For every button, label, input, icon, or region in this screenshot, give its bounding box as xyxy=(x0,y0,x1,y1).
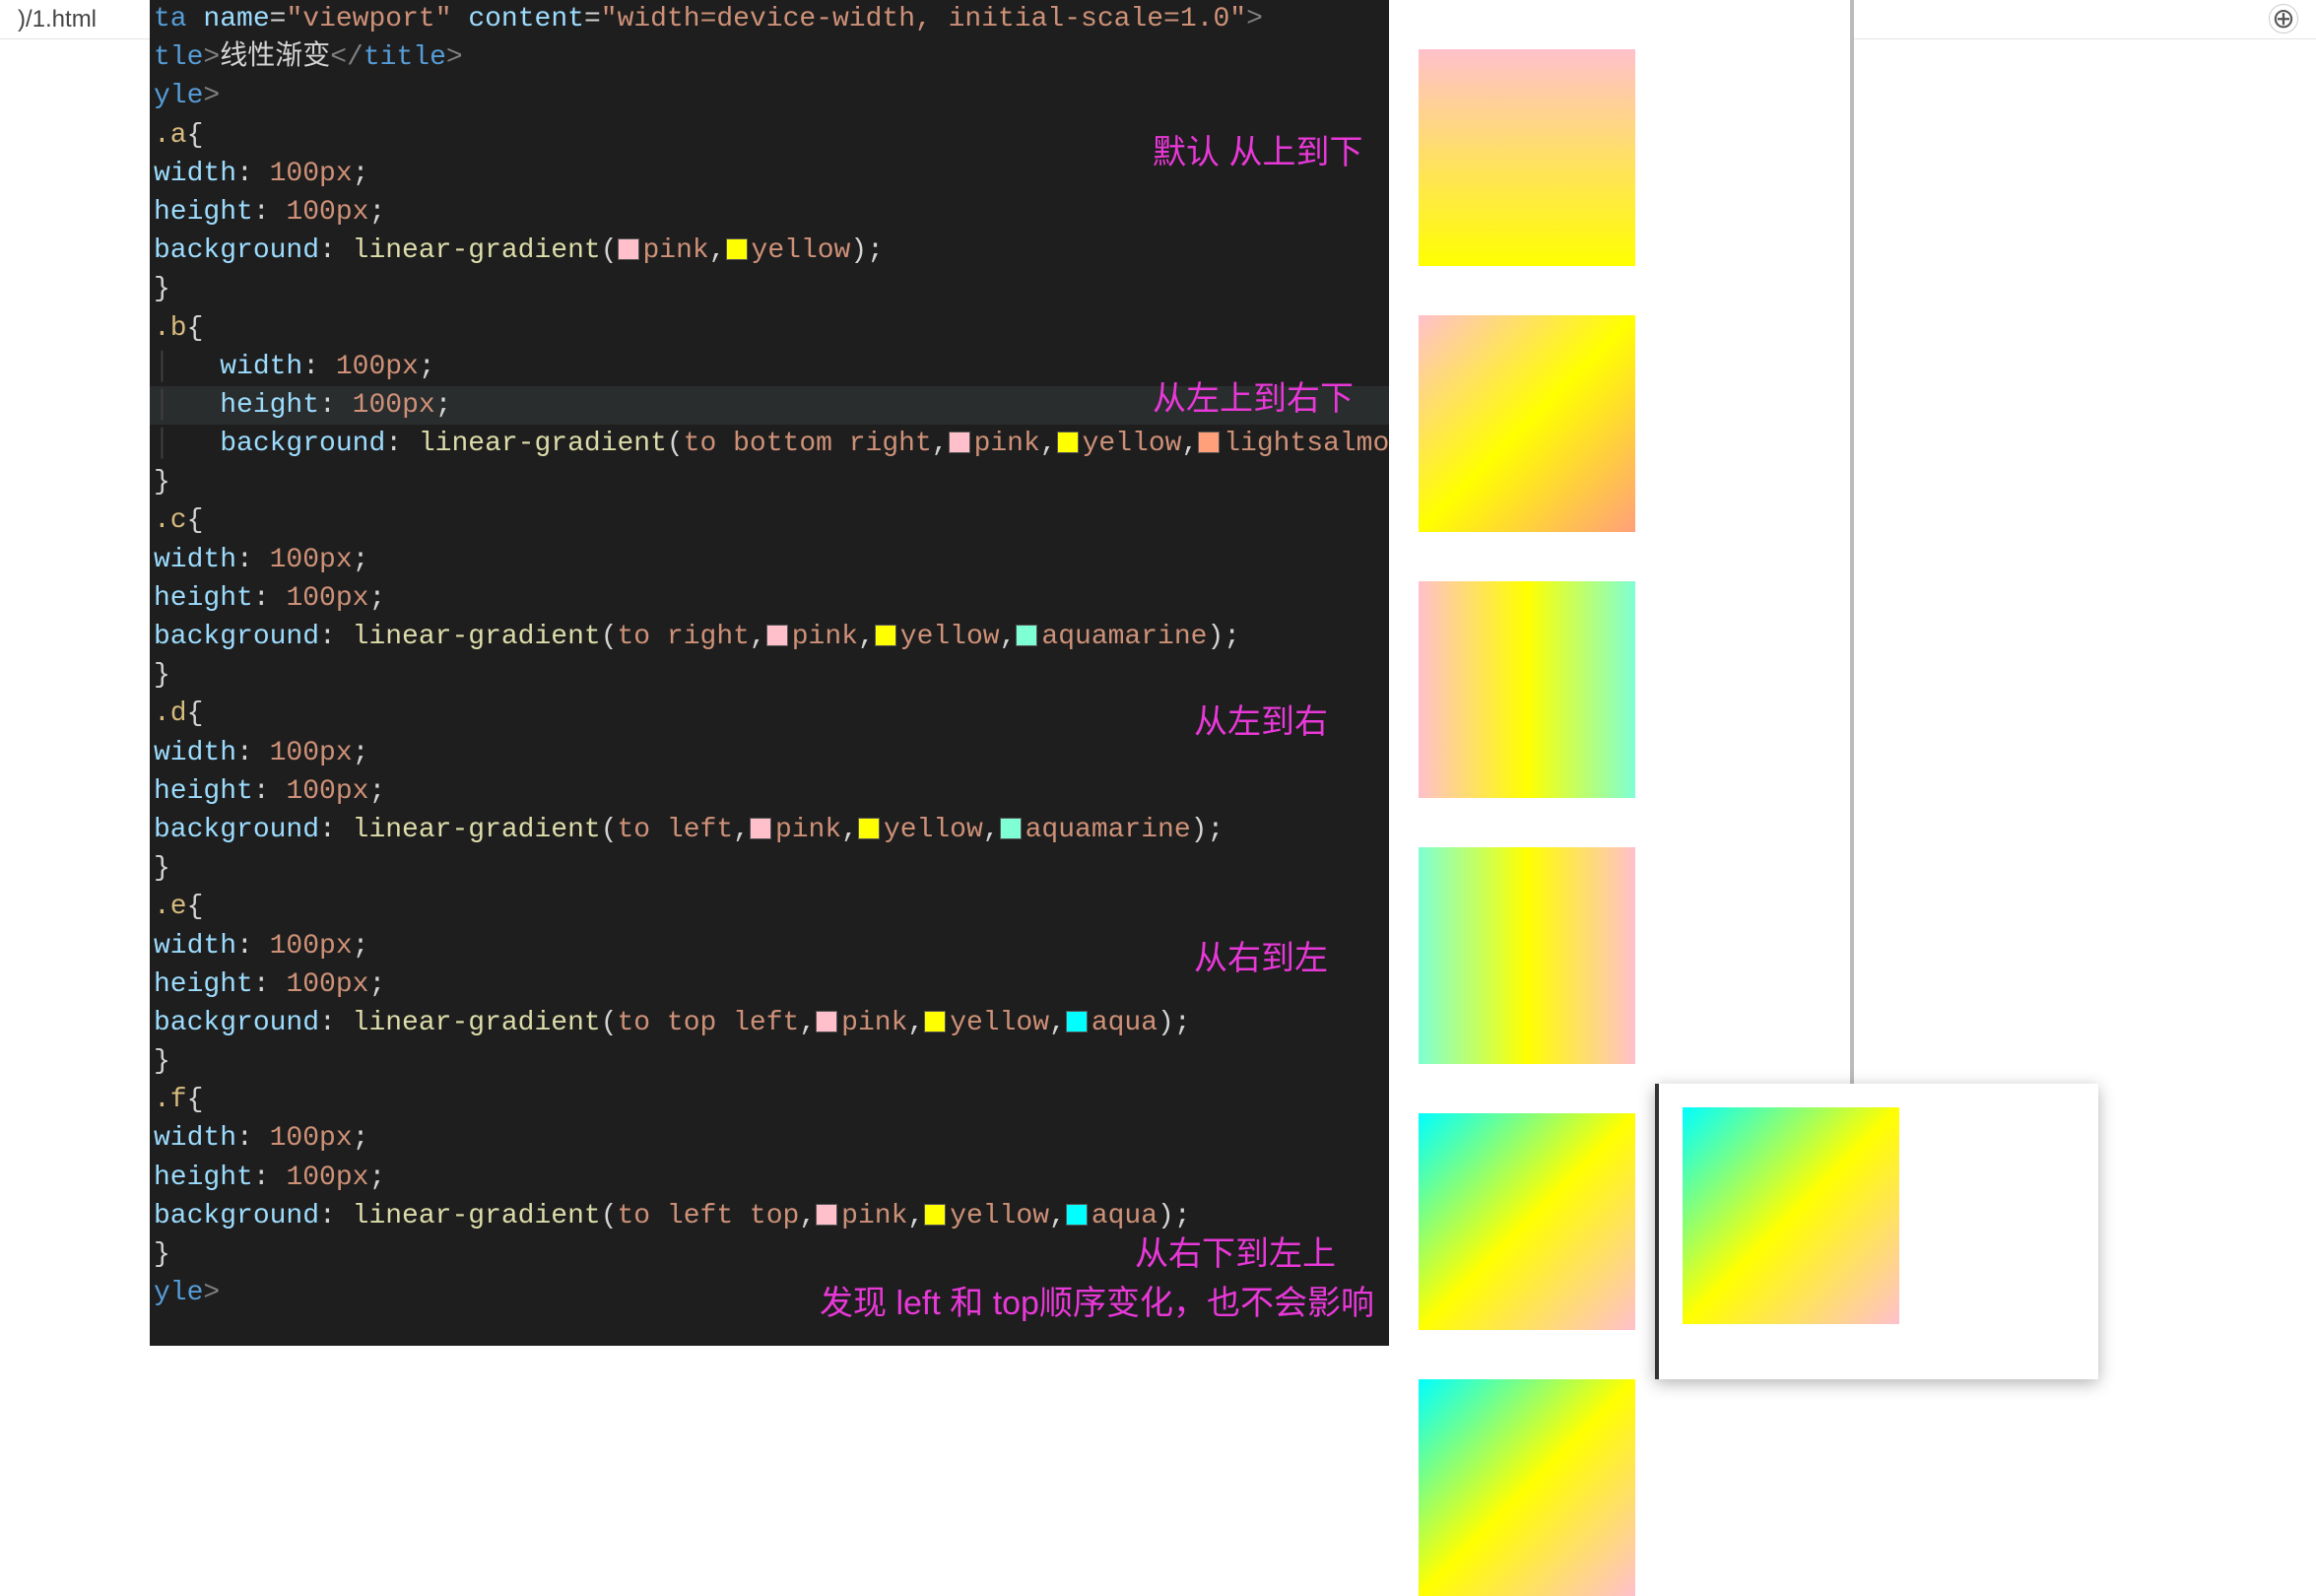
color-swatch-icon xyxy=(1057,432,1079,453)
code-line: height: 100px; xyxy=(150,772,1389,811)
code-line: height: 100px; xyxy=(150,193,1389,232)
color-swatch-icon xyxy=(726,238,748,260)
code-line: height: 100px; xyxy=(150,1159,1389,1197)
color-swatch-icon xyxy=(750,818,771,839)
code-line: background: linear-gradient(to left top,… xyxy=(150,1197,1389,1235)
color-swatch-icon xyxy=(766,625,788,646)
color-swatch-icon xyxy=(924,1011,946,1032)
new-tab-button[interactable]: ⊕ xyxy=(2269,4,2298,33)
code-line: ta name="viewport" content="width=device… xyxy=(150,0,1389,38)
browser-tab[interactable]: )/1.html xyxy=(0,0,114,39)
color-swatch-icon xyxy=(858,818,880,839)
gradient-box-f xyxy=(1419,1379,1635,1596)
color-swatch-icon xyxy=(816,1204,837,1226)
annotation: 默认 从上到下 xyxy=(1153,130,1362,177)
tooltip-gradient-preview xyxy=(1683,1107,1899,1324)
gradient-box-a xyxy=(1419,49,1635,266)
code-line: height: 100px; xyxy=(150,579,1389,618)
color-swatch-icon xyxy=(1198,432,1220,453)
gradient-box-d xyxy=(1419,847,1635,1064)
code-line: background: linear-gradient(pink,yellow)… xyxy=(150,232,1389,270)
code-line: .f{ xyxy=(150,1081,1389,1119)
gradient-box-b xyxy=(1419,315,1635,532)
code-line: } xyxy=(150,1042,1389,1081)
gradient-box-c xyxy=(1419,581,1635,798)
annotation: 从左上到右下 xyxy=(1153,376,1354,424)
color-swatch-icon xyxy=(949,432,970,453)
code-line: background: linear-gradient(to left,pink… xyxy=(150,811,1389,849)
color-swatch-icon xyxy=(618,238,639,260)
color-swatch-icon xyxy=(1016,625,1037,646)
color-tooltip-popup xyxy=(1655,1084,2098,1379)
color-swatch-icon xyxy=(924,1204,946,1226)
annotation: 从左到右 xyxy=(1194,699,1328,747)
code-line: background: linear-gradient(to right,pin… xyxy=(150,618,1389,656)
code-editor[interactable]: ta name="viewport" content="width=device… xyxy=(150,0,1389,1346)
gradient-box-e xyxy=(1419,1113,1635,1330)
annotation: 从右下到左上 xyxy=(1135,1231,1336,1279)
color-swatch-icon xyxy=(1066,1204,1088,1226)
code-line: background: linear-gradient(to top left,… xyxy=(150,1004,1389,1042)
code-line: yle> xyxy=(150,77,1389,115)
code-line: │ background: linear-gradient(to bottom … xyxy=(150,425,1389,463)
code-line: width: 100px; xyxy=(150,1119,1389,1158)
code-line: .c{ xyxy=(150,501,1389,540)
code-line: } xyxy=(150,849,1389,888)
code-line: } xyxy=(150,270,1389,308)
plus-icon: ⊕ xyxy=(2272,2,2294,36)
browser-tab-label: )/1.html xyxy=(18,6,97,33)
annotation: 从右到左 xyxy=(1194,936,1328,983)
code-line: tle>线性渐变</title> xyxy=(150,38,1389,77)
code-line: .b{ xyxy=(150,309,1389,348)
color-swatch-icon xyxy=(816,1011,837,1032)
color-swatch-icon xyxy=(1066,1011,1088,1032)
annotation: 发现 left 和 top顺序变化，也不会影响 xyxy=(820,1281,1374,1328)
code-line: } xyxy=(150,463,1389,501)
code-line: } xyxy=(150,656,1389,695)
code-line: .e{ xyxy=(150,888,1389,926)
code-line: width: 100px; xyxy=(150,541,1389,579)
color-swatch-icon xyxy=(1000,818,1022,839)
color-swatch-icon xyxy=(875,625,896,646)
